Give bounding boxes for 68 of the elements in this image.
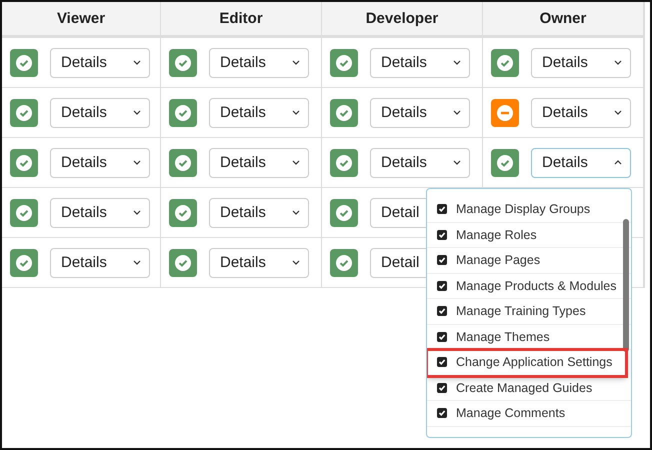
details-dropdown[interactable]: Details [209,198,309,228]
column-header: Viewer [56,10,106,27]
chevron-icon [614,160,622,165]
check-circle-icon [175,104,191,120]
checkbox[interactable] [437,332,447,342]
check-circle-icon [336,54,352,70]
menu-item[interactable]: Manage Comments [427,401,631,426]
check-circle-icon [336,104,352,120]
check-circle-icon [175,254,191,270]
check-circle-icon [175,204,191,220]
chevron-icon [133,160,141,165]
details-dropdown[interactable]: Details [50,198,150,228]
check-circle-icon [16,54,32,70]
check-circle-icon [16,104,32,120]
chevron-icon [133,110,141,115]
details-dropdown[interactable]: Details [209,248,309,278]
checkbox[interactable] [437,357,447,368]
chevron-icon [133,210,141,215]
details-dropdown[interactable]: Details [531,148,631,178]
menu-item[interactable]: Create Managed Guides [427,376,631,401]
chevron-icon [133,260,141,265]
check-circle-icon [175,54,191,70]
check-circle-icon [497,154,513,170]
check-circle-icon [175,154,191,170]
checkbox[interactable] [437,230,447,240]
scrollbar-thumb[interactable] [623,219,629,352]
column-header: Editor [219,10,263,27]
details-dropdown[interactable]: Details [370,48,470,78]
details-dropdown[interactable]: Details [50,148,150,178]
details-dropdown[interactable]: Details [50,248,150,278]
check-circle-icon [16,254,32,270]
minus-circle-icon [497,104,513,120]
column-header: Developer [366,10,438,27]
details-dropdown[interactable]: Details [370,148,470,178]
check-circle-icon [336,254,352,270]
chevron-icon [614,110,622,115]
details-dropdown[interactable]: Details [531,98,631,128]
chevron-icon [453,60,461,65]
details-dropdown[interactable]: Details [209,98,309,128]
checkbox[interactable] [437,280,447,291]
details-dropdown[interactable]: Details [50,98,150,128]
details-dropdown[interactable]: Details [50,48,150,78]
chevron-icon [453,160,461,165]
column-header: Owner [540,10,586,27]
chevron-icon [292,110,300,115]
details-dropdown[interactable]: Details [209,48,309,78]
menu-item[interactable]: Change Application Settings [427,350,626,376]
chevron-icon [133,60,141,65]
menu-item[interactable]: Manage Display Groups [427,197,631,222]
chevron-icon [292,210,300,215]
details-dropdown[interactable]: Details [370,98,470,128]
checkbox[interactable] [437,255,447,266]
details-dropdown[interactable]: Details [209,148,309,178]
checkbox[interactable] [437,204,447,214]
chevron-icon [292,160,300,165]
check-circle-icon [336,204,352,220]
checkbox[interactable] [437,306,447,316]
chevron-icon [292,60,300,65]
chevron-icon [614,60,622,65]
check-circle-icon [16,154,32,170]
details-dropdown[interactable]: Details [531,48,631,78]
check-circle-icon [336,154,352,170]
chevron-icon [292,260,300,265]
checkbox[interactable] [437,408,447,418]
check-circle-icon [497,54,513,70]
chevron-icon [453,110,461,115]
checkbox[interactable] [437,382,447,393]
check-circle-icon [16,204,32,220]
